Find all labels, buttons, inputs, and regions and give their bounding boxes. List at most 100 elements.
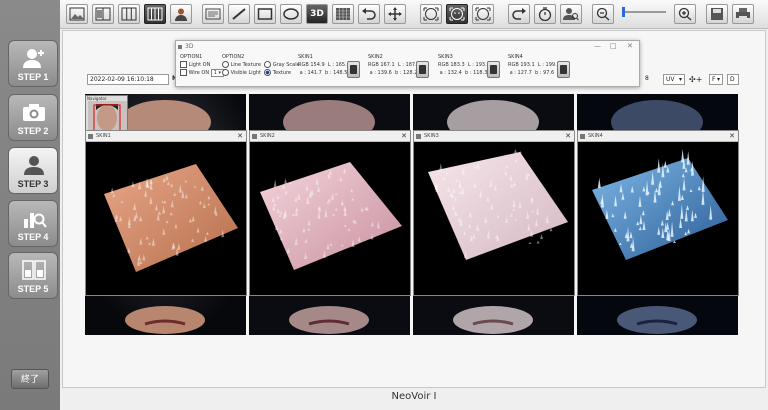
- surface-peak: [536, 240, 540, 244]
- move-button[interactable]: [384, 4, 406, 24]
- close-icon[interactable]: ✕: [627, 42, 633, 50]
- step-1-button[interactable]: STEP 1: [8, 40, 58, 87]
- skin2-rgb: RGB 167.1: [368, 62, 395, 68]
- save-button[interactable]: [706, 4, 728, 24]
- face-front-button[interactable]: [446, 4, 468, 24]
- print-button[interactable]: [732, 4, 754, 24]
- face-right-button[interactable]: [472, 4, 494, 24]
- skin2-save-button[interactable]: [416, 61, 429, 78]
- exit-button[interactable]: 終了: [11, 369, 49, 389]
- window-title: SKIN2: [260, 133, 275, 139]
- main-toolbar: 3D: [60, 0, 768, 29]
- wire-on-checkbox[interactable]: [180, 69, 187, 76]
- redo-button[interactable]: [508, 4, 530, 24]
- 3d-surface-view[interactable]: [86, 142, 246, 295]
- surface-peak: [597, 177, 601, 188]
- window-icon: [580, 134, 585, 139]
- line-texture-radio[interactable]: [222, 61, 229, 68]
- zoom-in-button[interactable]: [674, 4, 696, 24]
- line-icon: [232, 8, 246, 20]
- close-icon[interactable]: ✕: [729, 131, 735, 142]
- close-icon[interactable]: ✕: [237, 131, 243, 142]
- right-number-label: 8: [645, 75, 649, 82]
- magnify-chart-icon: [24, 213, 47, 228]
- skin4-b: b : 97.6: [535, 70, 555, 76]
- zoom-out-button[interactable]: [592, 4, 614, 24]
- user-search-button[interactable]: [560, 4, 582, 24]
- step-sidebar: STEP 1 STEP 2 STEP 3 STEP 4 STEP 5 終了: [0, 0, 60, 410]
- close-icon[interactable]: ✕: [401, 131, 407, 142]
- profile-button[interactable]: [170, 4, 192, 24]
- texture-radio[interactable]: [264, 69, 272, 76]
- print-icon: [736, 8, 750, 20]
- 3d-surface-view[interactable]: [414, 142, 574, 295]
- light-on-checkbox[interactable]: [180, 61, 187, 68]
- step-3-button[interactable]: STEP 3: [8, 147, 58, 194]
- timer-button[interactable]: [534, 4, 556, 24]
- skin3-save-button[interactable]: [487, 61, 500, 78]
- step-4-button[interactable]: STEP 4: [8, 200, 58, 247]
- window-titlebar[interactable]: SKIN2 ✕: [250, 131, 410, 142]
- move-icon: [388, 7, 402, 21]
- surface-peak: [284, 178, 288, 184]
- window-title: SKIN1: [96, 133, 111, 139]
- step-5-button[interactable]: STEP 5: [8, 252, 58, 299]
- camera-icon: [23, 104, 45, 121]
- zoom-slider[interactable]: [622, 7, 666, 17]
- window-titlebar[interactable]: SKIN3 ✕: [414, 131, 574, 142]
- close-icon[interactable]: ✕: [565, 131, 571, 142]
- zoom-slider-handle[interactable]: [622, 7, 625, 17]
- skin1-save-button[interactable]: [347, 61, 360, 78]
- minimize-icon[interactable]: —: [594, 42, 601, 50]
- timer-icon: [538, 7, 552, 21]
- date-select[interactable]: 2022-02-09 16:10:18: [87, 74, 169, 85]
- skin3-3d-window[interactable]: SKIN3 ✕: [413, 130, 575, 296]
- dual-view-button[interactable]: [92, 4, 114, 24]
- f-select[interactable]: F ▾: [709, 74, 723, 85]
- 3d-button[interactable]: 3D: [306, 4, 328, 24]
- skin3-a: a : 132.4: [439, 70, 462, 76]
- skin2-group: SKIN2 RGB 167.1 L : 187.3 a : 139.6 b : …: [368, 53, 420, 77]
- uv-select[interactable]: UV ▾: [663, 74, 685, 85]
- grid-icon: [336, 8, 350, 20]
- quad-view-button[interactable]: [144, 4, 166, 24]
- triple-view-button[interactable]: [118, 4, 140, 24]
- wire-value: 1: [213, 70, 217, 76]
- save-icon: [350, 65, 357, 74]
- 3d-surface-view[interactable]: [250, 142, 410, 295]
- line-tool-button[interactable]: [228, 4, 250, 24]
- skin-surface: [428, 152, 568, 260]
- window-title: SKIN3: [424, 133, 439, 139]
- dialog-icon: [178, 45, 182, 49]
- skin1-a: a : 141.7: [299, 70, 322, 76]
- skin4-3d-window[interactable]: SKIN4 ✕: [577, 130, 739, 296]
- 3d-surface-view[interactable]: [578, 142, 738, 295]
- text-box-icon: [205, 8, 221, 20]
- skin2-title: SKIN2: [368, 54, 383, 60]
- skin2-3d-window[interactable]: SKIN2 ✕: [249, 130, 411, 296]
- window-titlebar[interactable]: SKIN4 ✕: [578, 131, 738, 142]
- ellipse-tool-button[interactable]: [280, 4, 302, 24]
- maximize-icon[interactable]: □: [610, 42, 617, 50]
- step-2-button[interactable]: STEP 2: [8, 94, 58, 141]
- rectangle-icon: [257, 8, 273, 20]
- grid-button[interactable]: [332, 4, 354, 24]
- d-select[interactable]: D: [727, 74, 739, 85]
- single-view-button[interactable]: [66, 4, 88, 24]
- skin4-save-button[interactable]: [557, 61, 570, 78]
- undo-button[interactable]: [358, 4, 380, 24]
- window-titlebar[interactable]: SKIN1 ✕: [86, 131, 246, 142]
- line-texture-label: Line Texture: [230, 62, 261, 68]
- text-box-button[interactable]: [202, 4, 224, 24]
- light-control-icon[interactable]: ✣+: [689, 74, 702, 85]
- surface-peak: [686, 151, 690, 165]
- gray-scale-radio[interactable]: [264, 61, 272, 68]
- wire-on-label: Wire ON: [188, 70, 210, 76]
- face-left-button[interactable]: [420, 4, 442, 24]
- skin2-a: a : 139.6: [369, 70, 392, 76]
- navigator-thumbnail[interactable]: Navigator: [85, 95, 128, 133]
- skin1-3d-window[interactable]: SKIN1 ✕: [85, 130, 247, 296]
- skin3-title: SKIN3: [438, 54, 453, 60]
- visible-light-radio[interactable]: [222, 69, 229, 76]
- rectangle-tool-button[interactable]: [254, 4, 276, 24]
